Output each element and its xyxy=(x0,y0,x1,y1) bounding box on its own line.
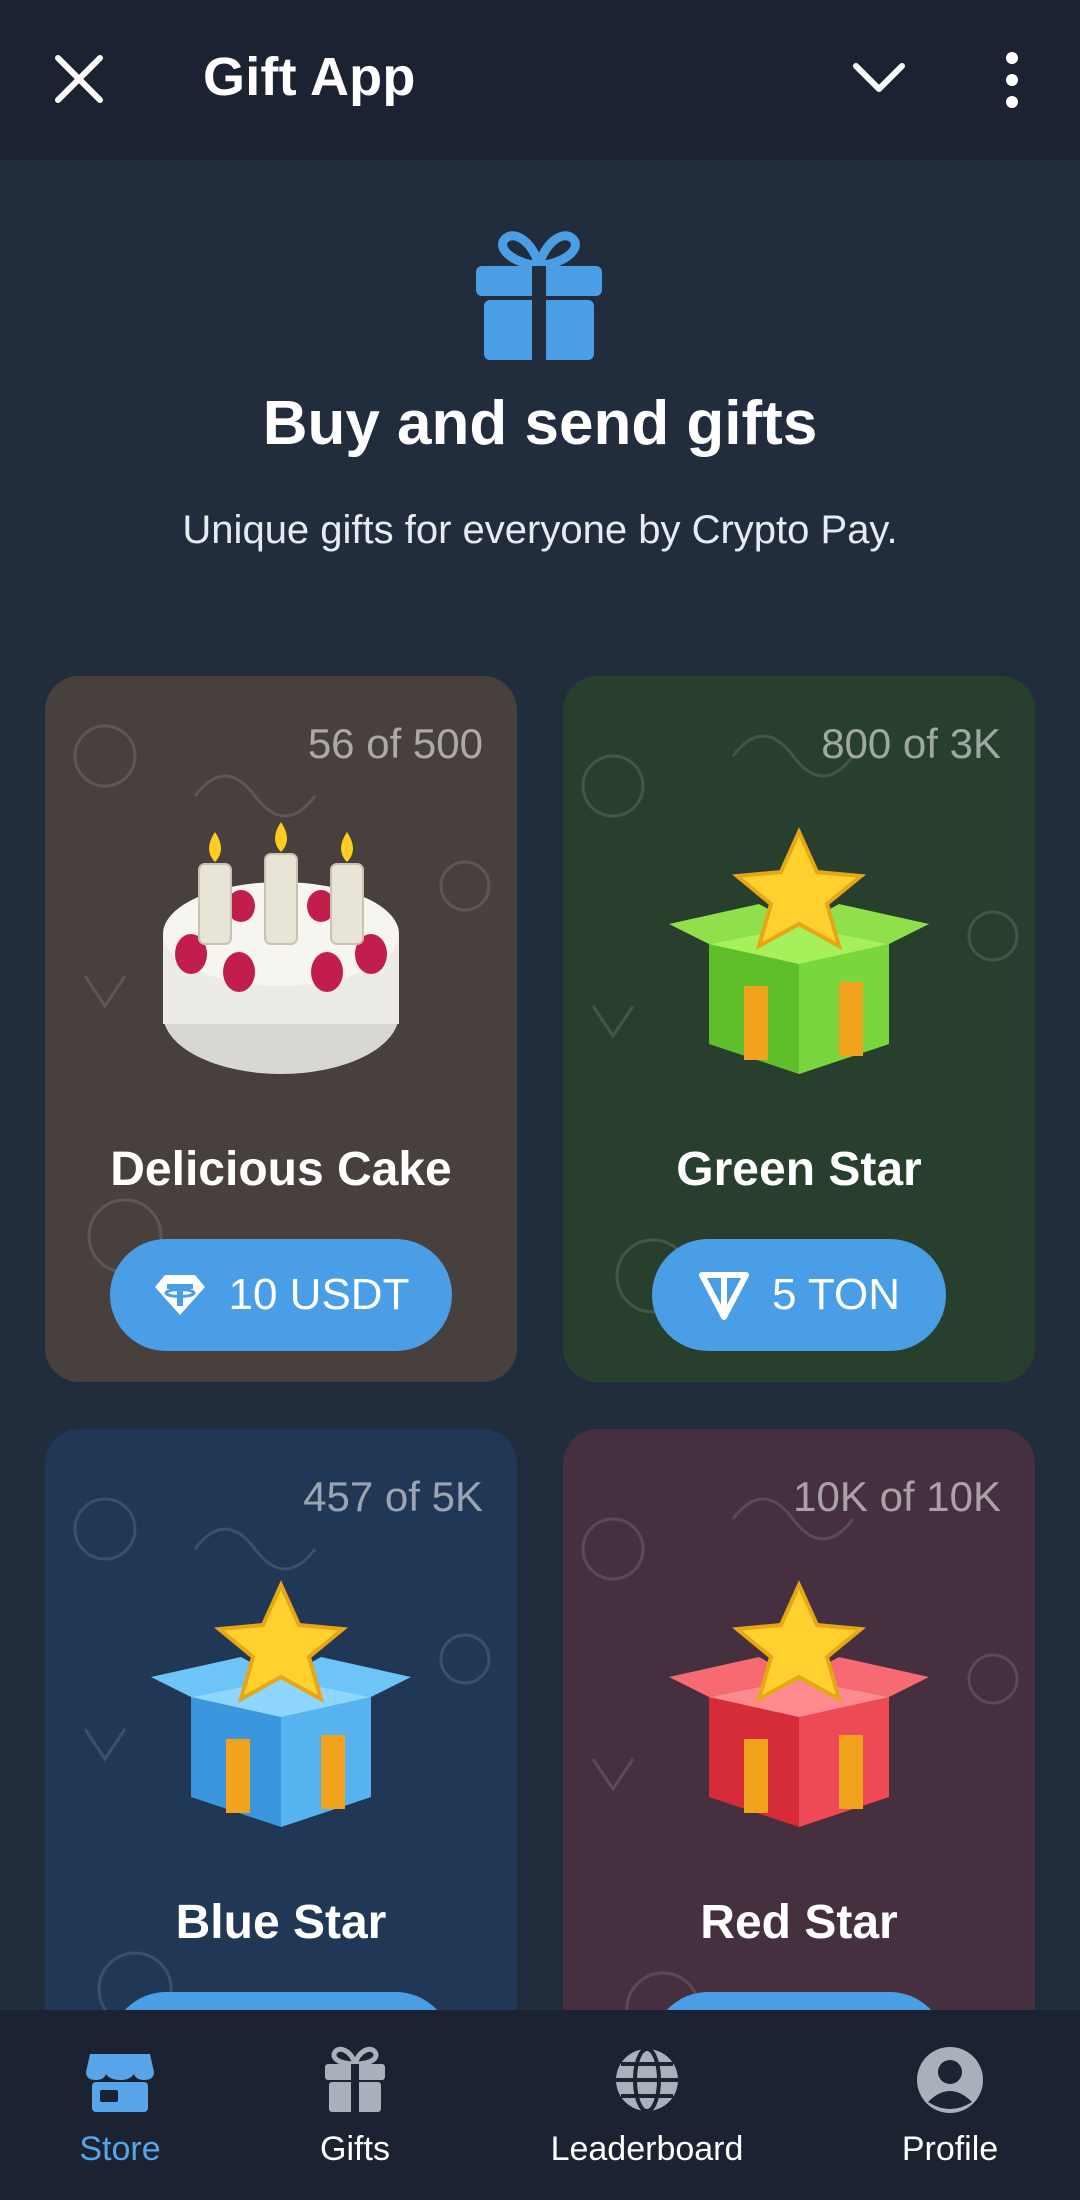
blue-star-box-image xyxy=(151,1580,411,1827)
price-label: 5 TON xyxy=(772,1270,900,1319)
chevron-down-icon xyxy=(853,63,905,92)
price-label: 10 USDT xyxy=(228,1270,410,1319)
profile-icon xyxy=(917,2047,983,2113)
top-bar: Gift App xyxy=(0,0,1080,160)
gift-count: 56 of 500 xyxy=(307,720,483,767)
gift-count: 800 of 3K xyxy=(821,720,1001,767)
nav-item-store[interactable]: Store xyxy=(0,2030,240,2190)
nav-label: Store xyxy=(79,2130,161,2168)
app-title: Gift App xyxy=(203,47,416,107)
gift-count: 457 of 5K xyxy=(303,1473,483,1520)
close-button[interactable] xyxy=(48,48,110,110)
nav-label: Leaderboard xyxy=(550,2130,744,2168)
usdt-icon xyxy=(154,1275,205,1315)
gift-name: Blue Star xyxy=(175,1896,387,1949)
nav-item-gifts[interactable]: Gifts xyxy=(235,2030,475,2190)
bottom-navigation: Store Gifts Leaderboard Profile xyxy=(0,2010,1080,2200)
buy-button[interactable]: 5 TON xyxy=(652,1239,946,1351)
gift-card-delicious-cake[interactable]: 56 of 500 Delicious Cake 10 USDT xyxy=(45,676,517,1382)
more-options-button[interactable] xyxy=(990,50,1034,110)
hero-title: Buy and send gifts xyxy=(262,389,818,458)
nav-item-leaderboard[interactable]: Leaderboard xyxy=(527,2030,767,2190)
more-vertical-icon xyxy=(1006,52,1018,108)
nav-label: Gifts xyxy=(320,2130,390,2168)
red-star-box-image xyxy=(669,1580,929,1827)
gift-icon xyxy=(325,2046,385,2112)
gift-name: Green Star xyxy=(676,1143,922,1196)
ton-icon xyxy=(699,1272,749,1320)
gift-count: 10K of 10K xyxy=(793,1473,1001,1520)
globe-icon xyxy=(616,2047,678,2113)
gift-icon xyxy=(476,231,602,362)
nav-item-profile[interactable]: Profile xyxy=(830,2030,1070,2190)
green-star-box-image xyxy=(669,827,929,1074)
hero-subtitle: Unique gifts for everyone by Crypto Pay. xyxy=(182,508,898,552)
gift-name: Red Star xyxy=(700,1896,898,1949)
gift-name: Delicious Cake xyxy=(110,1143,452,1196)
buy-button[interactable]: 10 USDT xyxy=(110,1239,452,1351)
close-icon xyxy=(55,55,103,103)
store-icon xyxy=(86,2054,154,2112)
expand-button[interactable] xyxy=(850,56,908,102)
gift-card-green-star[interactable]: 800 of 3K Green Star 5 TON xyxy=(563,676,1035,1382)
nav-label: Profile xyxy=(901,2130,999,2168)
cake-image xyxy=(163,822,399,1074)
